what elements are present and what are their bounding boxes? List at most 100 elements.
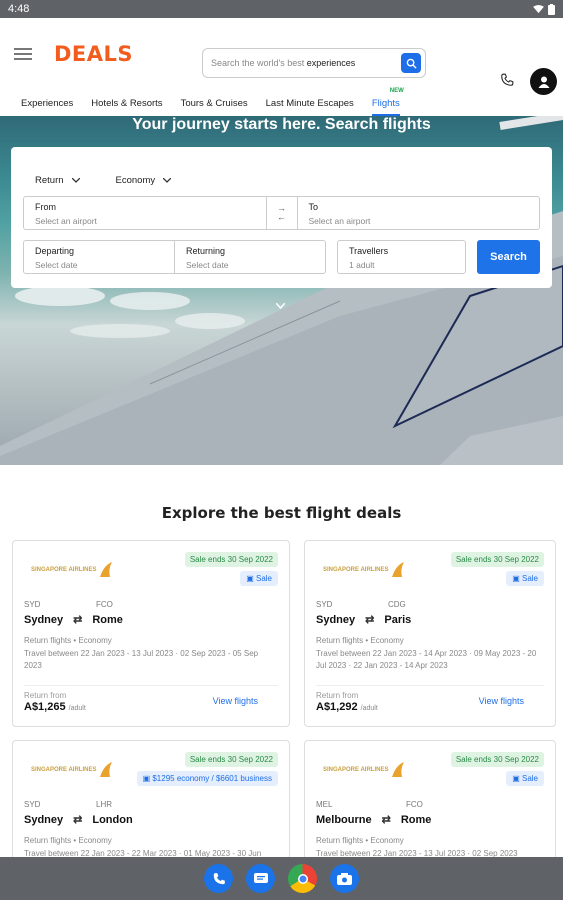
airline-logo: SINGAPORE AIRLINES — [323, 561, 406, 579]
airline-logo: SINGAPORE AIRLINES — [31, 761, 114, 779]
category-tabs: Experiences Hotels & Resorts Tours & Cru… — [0, 88, 563, 116]
tab-tours-cruises[interactable]: Tours & Cruises — [181, 98, 248, 116]
to-code: FCO — [96, 600, 113, 609]
messages-app-icon[interactable] — [246, 864, 275, 893]
cabin-class-value: Economy — [115, 175, 156, 186]
to-placeholder: Select an airport — [308, 216, 371, 226]
round-trip-icon: ⇄ — [381, 814, 391, 826]
status-icons — [533, 3, 555, 15]
price: A$1,265 — [24, 701, 66, 713]
chevron-down-icon — [163, 178, 172, 183]
from-city: Sydney — [24, 613, 64, 626]
search-flights-button[interactable]: Search — [477, 240, 540, 274]
hero-title: Your journey starts here. Search flights — [132, 116, 431, 133]
android-dock — [0, 857, 563, 900]
from-city: Melbourne — [316, 813, 372, 826]
deals-logo[interactable]: DEALS — [54, 42, 133, 66]
airline-logo: SINGAPORE AIRLINES — [31, 561, 114, 579]
round-trip-icon: ⇄ — [73, 614, 83, 626]
swap-airports-icon[interactable]: → ← — [265, 197, 298, 229]
from-city: Sydney — [316, 613, 356, 626]
from-label: From — [35, 202, 56, 212]
travellers-field[interactable]: Travellers 1 adult — [337, 240, 466, 274]
returning-date-field[interactable]: Returning Select date — [174, 241, 325, 273]
cabin-class-select[interactable]: Economy — [116, 166, 172, 195]
search-bar[interactable]: Search the world's best experiences — [202, 48, 426, 78]
status-time: 4:48 — [8, 3, 30, 15]
flight-search-form: Return Economy From Select an airport → ←… — [11, 147, 552, 288]
sale-tag: ▣ Sale — [506, 571, 544, 586]
to-code: CDG — [388, 600, 406, 609]
menu-icon[interactable] — [14, 48, 32, 60]
from-code: SYD — [24, 800, 41, 809]
flight-deal-card[interactable]: SINGAPORE AIRLINES Sale ends 30 Sep 2022… — [304, 540, 556, 727]
tab-flights-label: Flights — [371, 98, 400, 109]
returning-placeholder: Select date — [186, 260, 229, 270]
price-unit: /adult — [360, 705, 378, 712]
flight-deal-card[interactable]: SINGAPORE AIRLINES Sale ends 30 Sep 2022… — [12, 540, 290, 727]
battery-icon — [548, 3, 555, 15]
sale-ends-badge: Sale ends 30 Sep 2022 — [184, 752, 278, 767]
bird-icon — [392, 762, 405, 777]
to-city: Paris — [384, 613, 412, 626]
airline-name: SINGAPORE AIRLINES — [31, 766, 97, 773]
departing-placeholder: Select date — [35, 260, 78, 270]
to-city: Rome — [92, 613, 123, 626]
from-code: SYD — [24, 600, 41, 609]
travel-dates: Travel between 22 Jan 2023 - 14 Apr 2023… — [316, 648, 537, 671]
from-placeholder: Select an airport — [35, 216, 97, 226]
from-code: SYD — [316, 600, 333, 609]
site-header: DEALS Search the world's best experience… — [0, 18, 563, 95]
wifi-icon — [533, 4, 544, 13]
flight-type: Return flights • Economy — [316, 636, 404, 645]
trip-type-value: Return — [35, 175, 64, 186]
view-flights-link[interactable]: View flights — [213, 696, 258, 706]
flight-search-hero: Your journey starts here. Search flights… — [0, 116, 563, 465]
camera-app-icon[interactable] — [330, 864, 359, 893]
bird-icon — [100, 562, 113, 577]
to-airport-field[interactable]: To Select an airport — [298, 197, 540, 229]
to-code: FCO — [406, 800, 423, 809]
chrome-app-icon[interactable] — [288, 864, 317, 893]
travellers-value: 1 adult — [349, 260, 375, 270]
new-badge: NEW — [389, 88, 404, 94]
airline-name: SINGAPORE AIRLINES — [31, 566, 97, 573]
sale-ends-badge: Sale ends 30 Sep 2022 — [450, 552, 544, 567]
from-airport-field[interactable]: From Select an airport — [24, 197, 266, 229]
flight-type: Return flights • Economy — [24, 636, 112, 645]
tab-flights[interactable]: Flights NEW — [371, 88, 404, 116]
bird-icon — [100, 762, 113, 777]
tab-last-minute-escapes[interactable]: Last Minute Escapes — [266, 98, 354, 116]
to-label: To — [308, 202, 319, 212]
phone-app-icon[interactable] — [204, 864, 233, 893]
deal-cards: SINGAPORE AIRLINES Sale ends 30 Sep 2022… — [0, 540, 563, 900]
price: A$1,292 — [316, 701, 358, 713]
trip-type-select[interactable]: Return — [35, 166, 80, 195]
round-trip-icon: ⇄ — [73, 814, 83, 826]
tab-hotels-resorts[interactable]: Hotels & Resorts — [91, 98, 162, 116]
price-unit: /adult — [68, 705, 86, 712]
airline-name: SINGAPORE AIRLINES — [323, 566, 389, 573]
view-flights-link[interactable]: View flights — [479, 696, 524, 706]
airline-name: SINGAPORE AIRLINES — [323, 766, 389, 773]
sale-ends-badge: Sale ends 30 Sep 2022 — [184, 552, 278, 567]
status-bar: 4:48 — [0, 0, 563, 18]
flight-type: Return flights • Economy — [24, 836, 112, 845]
search-input[interactable]: Search the world's best experiences — [211, 58, 401, 68]
tab-experiences[interactable]: Experiences — [21, 98, 73, 116]
sale-tag: ▣ $1295 economy / $6601 business — [136, 771, 278, 786]
chevron-down-icon[interactable] — [275, 301, 286, 312]
travellers-label: Travellers — [349, 246, 389, 256]
sale-tag: ▣ Sale — [506, 771, 544, 786]
from-city: Sydney — [24, 813, 64, 826]
flight-type: Return flights • Economy — [316, 836, 404, 845]
to-city: Rome — [400, 813, 432, 826]
sale-tag: ▣ Sale — [240, 571, 278, 586]
search-icon[interactable] — [401, 53, 421, 73]
chevron-down-icon — [71, 178, 80, 183]
departing-date-field[interactable]: Departing Select date — [24, 241, 174, 273]
deals-section-title: Explore the best flight deals — [161, 504, 402, 522]
airline-logo: SINGAPORE AIRLINES — [323, 761, 406, 779]
to-city: London — [92, 813, 133, 826]
departing-label: Departing — [35, 246, 75, 256]
